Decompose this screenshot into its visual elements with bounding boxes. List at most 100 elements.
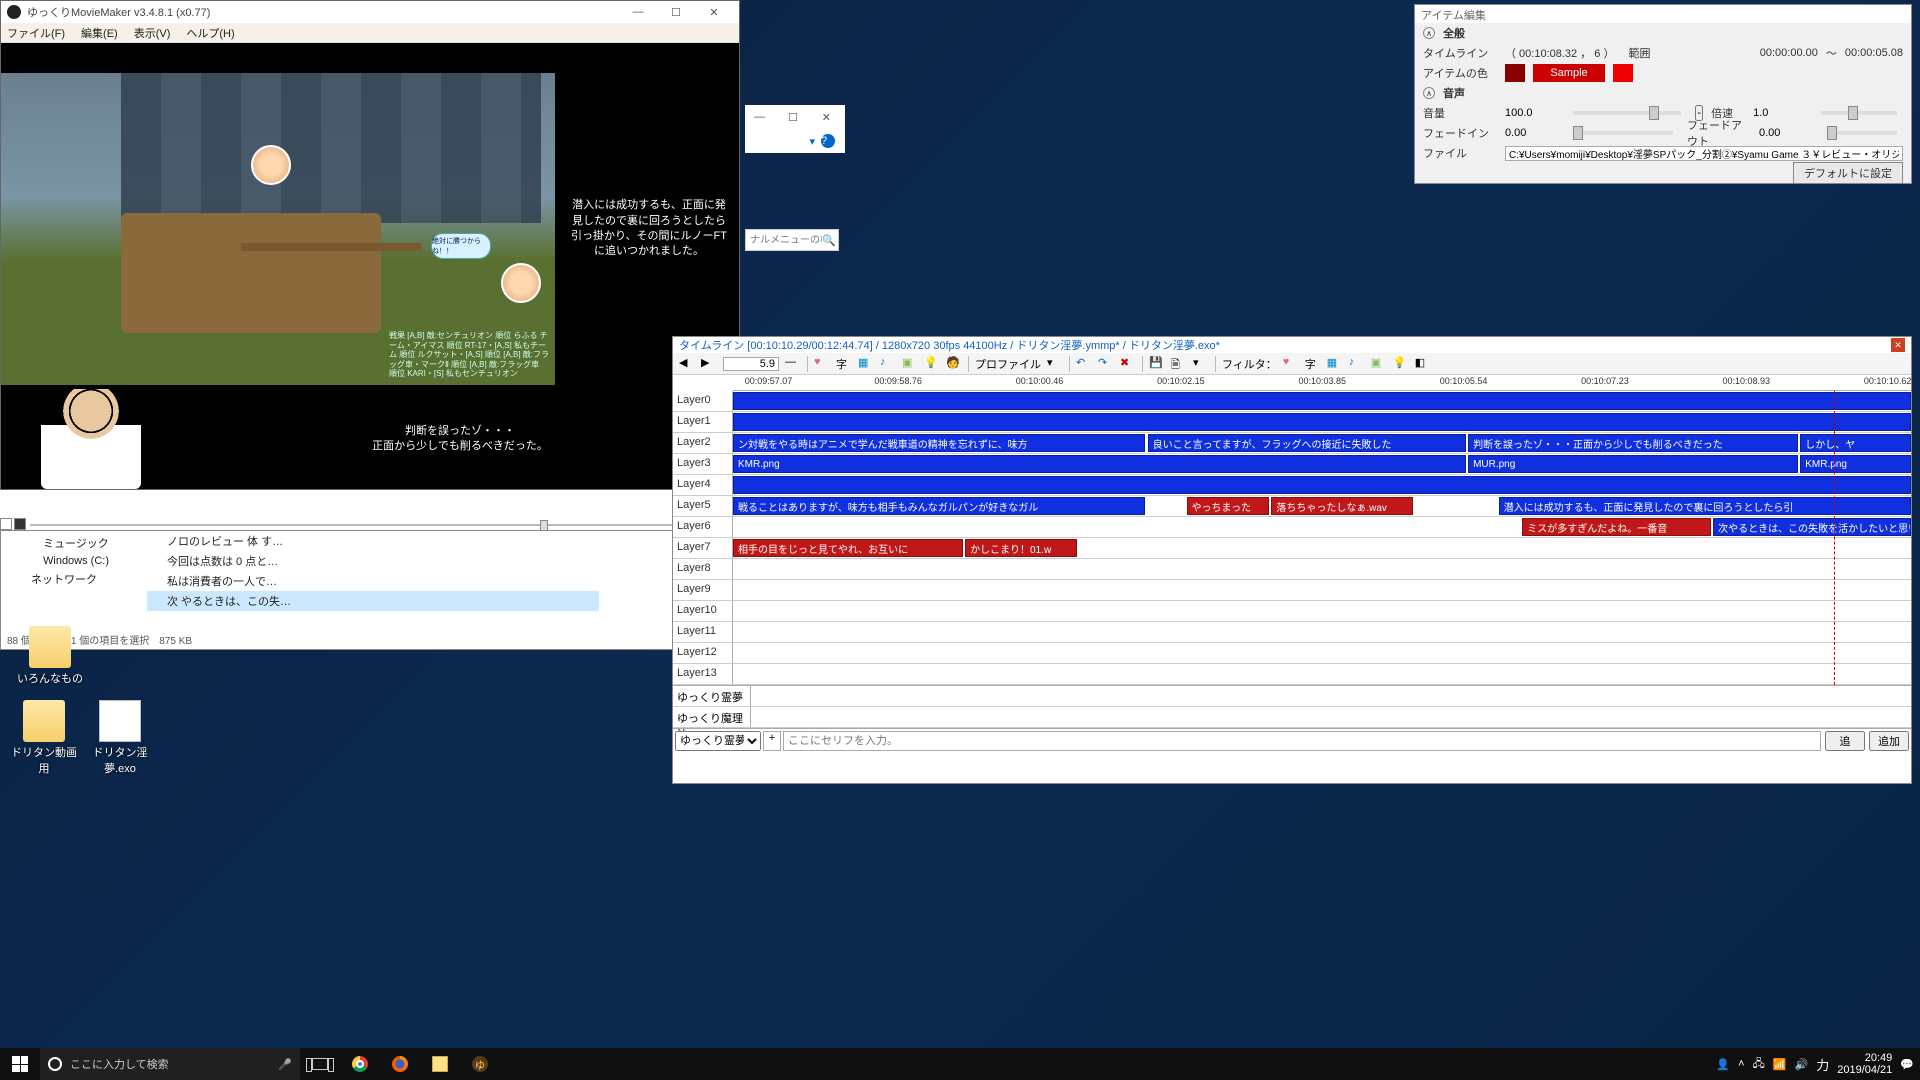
voice-name[interactable]: ゆっくり魔理沙 <box>673 707 751 727</box>
file-path-input[interactable] <box>1505 146 1903 161</box>
timeline-clip[interactable]: ミスが多すぎんだよね。一番音 <box>1522 518 1710 536</box>
export-icon[interactable]: 🗎 <box>1171 356 1187 372</box>
timeline-layer[interactable]: Layer6 ミスが多すぎんだよね。一番音次やるときは、この失敗を活かしたいと思い <box>673 517 1911 538</box>
timeline-clip[interactable]: 良いこと言ってますが、フラッグへの接近に失敗した <box>1148 434 1466 452</box>
zoom-slider[interactable]: — <box>785 356 801 372</box>
zoom-input[interactable] <box>723 357 779 371</box>
timeline-layer[interactable]: Layer0 <box>673 391 1911 412</box>
bulb-icon[interactable]: 💡 <box>924 356 940 372</box>
timeline-layer[interactable]: Layer11 <box>673 622 1911 643</box>
timeline-clip[interactable]: 次やるときは、この失敗を活かしたいと思い <box>1713 518 1911 536</box>
playhead[interactable] <box>1834 391 1835 685</box>
video-icon[interactable]: ▣ <box>1371 356 1387 372</box>
text-icon[interactable]: 字 <box>836 356 852 372</box>
color-swatch-dark[interactable] <box>1505 64 1525 82</box>
close-button[interactable]: ✕ <box>1891 338 1905 352</box>
voice-select[interactable]: ゆっくり霊夢 <box>675 731 761 751</box>
timeline-ruler[interactable]: 00:09:57.0700:09:58.7600:10:00.4600:10:0… <box>733 375 1911 391</box>
volume-input[interactable] <box>1505 107 1559 119</box>
timeline-layer[interactable]: Layer13 <box>673 664 1911 685</box>
timeline-layer[interactable]: Layer1 <box>673 412 1911 433</box>
music-icon[interactable]: ♪ <box>1349 356 1365 372</box>
fadeout-slider[interactable] <box>1827 131 1897 135</box>
layer-track[interactable] <box>733 475 1911 495</box>
layer-track[interactable] <box>733 664 1911 684</box>
timeline-layer[interactable]: Layer7相手の目をじっと見てやれ、お互いにかしこまり！01.w <box>673 538 1911 559</box>
taskbar-firefox[interactable] <box>380 1048 420 1080</box>
taskbar-chrome[interactable] <box>340 1048 380 1080</box>
taskbar-search[interactable]: ここに入力して検索 🎤 <box>40 1048 300 1080</box>
timeline-layer[interactable]: Layer3KMR.pngMUR.pngKMR.png <box>673 454 1911 475</box>
fadein-slider[interactable] <box>1573 131 1673 135</box>
timeline-clip[interactable]: しかし、ヤ <box>1800 434 1911 452</box>
layer-name[interactable]: Layer6 <box>673 517 733 537</box>
system-tray[interactable]: 👤 ˄ 🖧 📶 🔊 力 20:492019/04/21 💬 <box>1710 1052 1920 1076</box>
seek-track[interactable] <box>30 524 730 526</box>
timeline-clip[interactable]: 戦ることはありますが、味方も相手もみんなガルパンが好きなガル <box>733 497 1145 515</box>
ime-indicator[interactable]: 力 <box>1816 1055 1829 1074</box>
layer-name[interactable]: Layer9 <box>673 580 733 600</box>
tool-icon[interactable]: ◀ <box>679 356 695 372</box>
timeline-layer[interactable]: Layer5戦ることはありますが、味方も相手もみんなガルパンが好きなガルやっちま… <box>673 496 1911 517</box>
network-icon[interactable]: 🖧 <box>1753 1055 1765 1074</box>
heart-icon[interactable]: ♥ <box>1283 356 1299 372</box>
fadein-input[interactable] <box>1505 127 1559 139</box>
collapse-icon[interactable]: ∧ <box>1423 27 1435 39</box>
timeline-clip[interactable] <box>733 413 1911 431</box>
explorer-tree[interactable]: ミュージック Windows (C:) ネットワーク <box>13 533 135 589</box>
file-item[interactable]: 私は消費者の一人で… <box>147 571 599 591</box>
menu-edit[interactable]: 編集(E) <box>81 25 118 41</box>
desktop-folder[interactable]: ドリタン動画用 <box>10 700 78 776</box>
save-icon[interactable]: 💾 <box>1149 356 1165 372</box>
timeline-title[interactable]: タイムライン [00:10:10.29/00:12:44.74] / 1280x… <box>673 337 1911 353</box>
redo-icon[interactable]: ↷ <box>1098 356 1114 372</box>
speed-input[interactable] <box>1753 107 1807 119</box>
layer-name[interactable]: Layer4 <box>673 475 733 495</box>
text-icon[interactable]: 字 <box>1305 356 1321 372</box>
stop-button[interactable] <box>14 518 26 530</box>
moviemaker-titlebar[interactable]: ゆっくりMovieMaker v3.4.8.1 (x0.77) — ☐ ✕ <box>1 1 739 23</box>
layer-track[interactable] <box>733 391 1911 411</box>
task-view-button[interactable] <box>300 1048 340 1080</box>
video-icon[interactable]: ▣ <box>902 356 918 372</box>
range-to[interactable]: 00:00:05.08 <box>1845 47 1903 59</box>
layer-track[interactable] <box>733 601 1911 621</box>
layer-track[interactable] <box>733 643 1911 663</box>
layer-track[interactable]: 戦ることはありますが、味方も相手もみんなガルパンが好きなガルやっちまった落ちちゃ… <box>733 496 1911 516</box>
layer-name[interactable]: Layer11 <box>673 622 733 642</box>
layer-track[interactable]: KMR.pngMUR.pngKMR.png <box>733 454 1911 474</box>
color-swatch-light[interactable] <box>1613 64 1633 82</box>
timeline-clip[interactable]: 落ちちゃったしなぁ.wav <box>1271 497 1412 515</box>
range-from[interactable]: 00:00:00.00 <box>1760 47 1818 59</box>
layer-track[interactable] <box>733 580 1911 600</box>
layer-track[interactable] <box>733 412 1911 432</box>
layer-name[interactable]: Layer12 <box>673 643 733 663</box>
tree-item[interactable]: ネットワーク <box>13 569 135 589</box>
tree-item[interactable]: Windows (C:) <box>13 553 135 569</box>
minimize-button[interactable]: — <box>619 1 657 23</box>
undo-icon[interactable]: ↶ <box>1076 356 1092 372</box>
explorer-search[interactable]: 🔍 <box>745 229 839 251</box>
timeline-layer[interactable]: Layer4 <box>673 475 1911 496</box>
layer-name[interactable]: Layer7 <box>673 538 733 558</box>
music-icon[interactable]: ♪ <box>880 356 896 372</box>
layer-name[interactable]: Layer3 <box>673 454 733 474</box>
timeline-value[interactable]: （ 00:10:08.32 ， 6 ） <box>1505 45 1614 61</box>
add-button[interactable]: 追加 <box>1869 731 1909 751</box>
layer-name[interactable]: Layer0 <box>673 391 733 411</box>
timeline-clip[interactable] <box>733 476 1911 494</box>
close-button[interactable]: ✕ <box>695 1 733 23</box>
explorer-search-input[interactable] <box>746 235 822 246</box>
bulb-icon[interactable]: 💡 <box>1393 356 1409 372</box>
image-icon[interactable]: ▦ <box>1327 356 1343 372</box>
timeline-clip[interactable]: ン対戦をやる時はアニメで学んだ戦車道の精神を忘れずに、味方 <box>733 434 1145 452</box>
timeline-clip[interactable]: 判断を誤ったゾ・・・正面から少しでも削るべきだった <box>1468 434 1798 452</box>
timeline-layer[interactable]: Layer9 <box>673 580 1911 601</box>
panel-title[interactable]: アイテム編集 <box>1415 5 1911 23</box>
add-voice-button[interactable]: + <box>763 731 781 751</box>
tool-icon[interactable]: ▾ <box>1047 356 1063 372</box>
file-item[interactable]: ノロのレビュー 体 す… <box>147 531 599 551</box>
mic-icon[interactable]: 🎤 <box>278 1058 292 1071</box>
layer-track[interactable] <box>733 559 1911 579</box>
heart-icon[interactable]: ♥ <box>814 356 830 372</box>
